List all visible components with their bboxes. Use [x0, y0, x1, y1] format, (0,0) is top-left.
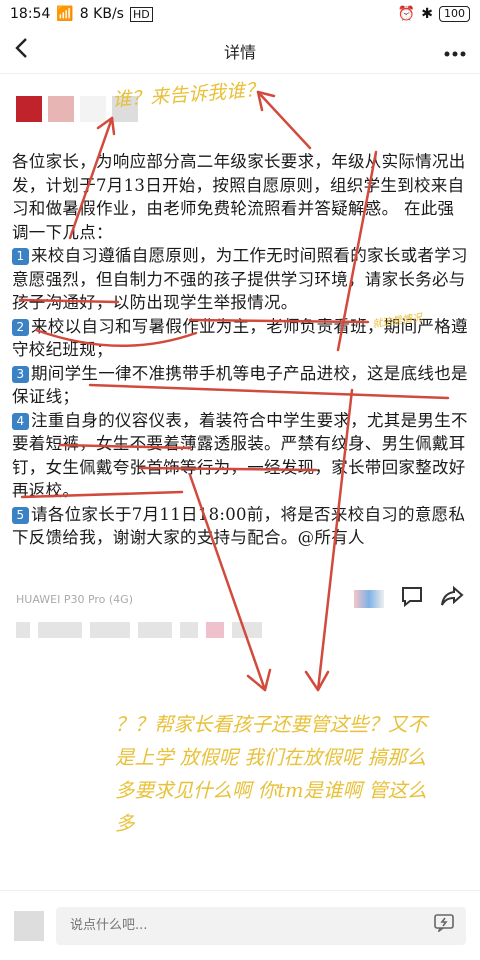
number-badge: 1 — [12, 248, 29, 265]
number-badge: 3 — [12, 365, 29, 383]
annotation-text-top: 谁？来告诉我谁？ — [111, 78, 265, 112]
notice-point-1: 1 来校自习遵循自愿原则，为工作无时间照看的家长或者学习意愿强烈，但自制力不强的孩… — [12, 246, 468, 312]
more-horizontal-icon — [444, 51, 466, 57]
avatar — [16, 96, 42, 122]
notice-point-5: 5 请各位家长于7月11日18:00前，将是否来校自习的意愿私下反馈给我，谢谢大家… — [12, 504, 466, 547]
share-icon — [441, 585, 464, 606]
blur-badge — [354, 590, 384, 608]
annotation-arrow — [304, 670, 330, 692]
comment-icon — [402, 587, 422, 608]
signal-icon: 📶 — [56, 6, 74, 22]
annotation-arrow — [256, 90, 312, 150]
post-actions — [354, 585, 464, 613]
notice-intro: 各位家长，为响应部分高二年级家长要求，年级从实际情况出发，计划于7月13日开始，… — [12, 152, 466, 242]
notice-document: 各位家长，为响应部分高二年级家长要求，年级从实际情况出发，计划于7月13日开始，… — [12, 150, 468, 550]
status-bar: 18:54 📶 8 KB/s HD ⏰ ✱ 100 — [0, 0, 480, 28]
blurred-interactions — [16, 622, 262, 638]
hd-badge: HD — [129, 6, 153, 22]
annotation-arrow — [246, 668, 272, 692]
back-button[interactable] — [14, 37, 28, 65]
alarm-icon: ⏰ — [397, 6, 416, 22]
annotation-text-comment: ？？帮家长看孩子还要管这些？又不是上学 放假呢 我们在放假呢 搞那么多要求见什么… — [115, 713, 428, 835]
number-badge: 4 — [12, 412, 29, 430]
battery-indicator: 100 — [439, 6, 470, 22]
number-badge: 2 — [12, 318, 29, 336]
avatar-blur — [48, 96, 74, 122]
user-avatar — [14, 910, 44, 941]
nav-bar: 详情 — [0, 28, 480, 74]
chevron-left-icon — [15, 37, 27, 58]
emoji-button[interactable] — [434, 914, 454, 937]
comment-button[interactable] — [400, 585, 424, 613]
more-button[interactable] — [444, 38, 466, 63]
net-speed: 8 KB/s — [79, 6, 124, 22]
comment-input[interactable] — [68, 917, 372, 934]
page-title: 详情 — [223, 42, 256, 62]
number-badge: 5 — [12, 506, 29, 524]
bluetooth-icon: ✱ — [421, 6, 433, 22]
comment-bar — [0, 890, 480, 960]
notice-point-4: 4 注重自身的仪容仪表，着装符合中学生要求，尤其是男生不要着短裤，女生不要着薄露透… — [12, 410, 468, 500]
notice-point-3: 3 期间学生一律不准携带手机等电子产品进校，这是底线也是保证线； — [12, 363, 468, 406]
emoji-icon — [434, 914, 454, 934]
share-button[interactable] — [440, 585, 464, 613]
comment-box[interactable] — [56, 906, 466, 945]
device-label: HUAWEI P30 Pro (4G) — [16, 593, 133, 606]
time: 18:54 — [10, 6, 51, 22]
avatar-blur — [80, 96, 106, 122]
